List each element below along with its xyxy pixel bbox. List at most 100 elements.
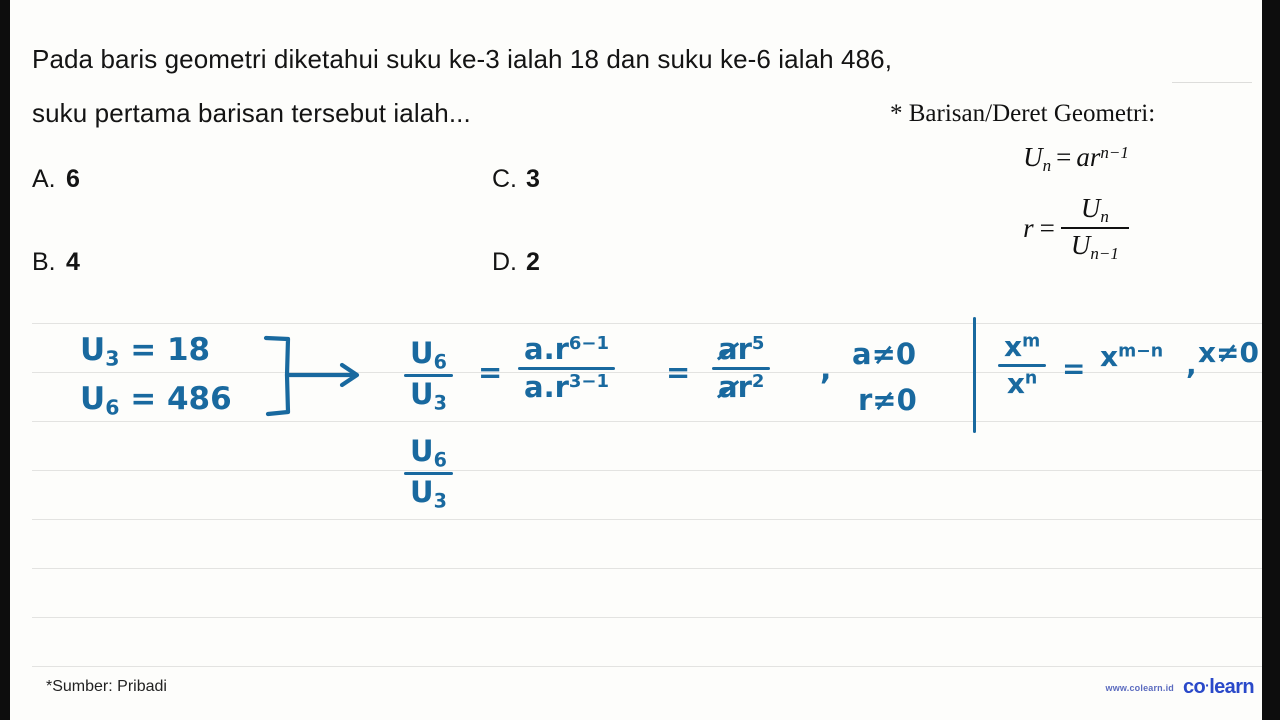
ratio-lhs-denominator: U3 — [404, 377, 453, 413]
simplified-numerator: ar5 — [712, 332, 770, 367]
ratio-lhs-den-U: U — [410, 376, 434, 411]
brace-arrow-icon — [263, 335, 360, 417]
power-rule-numerator: xm — [998, 330, 1046, 364]
formula-reference-block: * Barisan/Deret Geometri: Un = arn−1 r = U… — [890, 100, 1262, 263]
formula-un-subscript: n — [1042, 156, 1052, 175]
ratio-repeat-den-sub: 3 — [433, 489, 447, 513]
rule-line — [32, 323, 1262, 324]
ratio-repeat-num-U: U — [410, 434, 434, 468]
handwriting-condition-a: a≠0 — [852, 337, 917, 371]
given-u6-U: U — [80, 381, 106, 417]
given-u6-subscript: 6 — [105, 395, 120, 420]
power-rule-denominator: xn — [1001, 367, 1043, 399]
option-a[interactable]: A. 6 — [32, 165, 80, 194]
formula-un-exponent: n−1 — [1100, 143, 1129, 162]
given-u3-equation: = 18 — [130, 332, 211, 368]
formula-ratio-fraction: Un Un−1 — [1060, 193, 1129, 263]
handwriting-equals-2: = — [666, 355, 691, 389]
brand-logo: www.colearn.id co·learn — [1106, 676, 1255, 699]
rule-line — [32, 568, 1262, 569]
handwriting-power-rule-comma: , — [1186, 348, 1197, 381]
option-d-label: D. — [492, 248, 517, 276]
handwriting-given-u3: U3 = 18 — [80, 332, 210, 371]
expansion-fraction: a.r6−1 a.r3−1 — [518, 332, 615, 403]
formula-un-equals: = — [1056, 142, 1072, 172]
ratio-lhs-fraction: U6 U3 — [404, 336, 453, 413]
simplified-denominator: ar2 — [712, 370, 770, 403]
given-u3-subscript: 3 — [105, 346, 120, 371]
power-rule-den-x: x — [1006, 366, 1025, 400]
power-rule-fraction: xm xn — [998, 330, 1047, 399]
formula-ratio-denominator: Un−1 — [1061, 229, 1129, 263]
right-letterbox-edge — [1262, 0, 1280, 720]
ratio-repeat-numerator: U6 — [404, 434, 453, 472]
rule-line — [32, 421, 1262, 422]
option-b-value: 4 — [66, 248, 80, 276]
given-u6-equation: = 486 — [130, 381, 232, 417]
handwriting-vertical-separator — [973, 317, 977, 433]
expansion-num-exponent: 6−1 — [568, 333, 609, 355]
left-letterbox-edge — [0, 0, 10, 720]
simplified-fraction: ar5 ar2 — [712, 332, 771, 403]
power-rule-result-x: x — [1100, 340, 1119, 373]
formula-un-r: r — [1089, 142, 1101, 172]
expansion-numerator: a.r6−1 — [518, 332, 615, 367]
handwriting-equals-1: = — [478, 355, 503, 389]
simplified-num-a-cancelled: a — [718, 332, 738, 366]
expansion-num-dot: . — [543, 332, 555, 366]
simplified-num-r: r — [737, 332, 752, 366]
formula-un: Un = arn−1 — [890, 142, 1262, 176]
handwriting-power-rule-equals: = — [1062, 352, 1086, 385]
simplified-den-exponent: 2 — [751, 370, 765, 392]
brand-url: www.colearn.id — [1105, 682, 1174, 693]
question-line-2: suku pertama barisan tersebut ialah... — [32, 98, 471, 128]
formula-ratio: r = Un Un−1 — [890, 193, 1262, 263]
simplified-den-r: r — [737, 369, 752, 404]
ratio-lhs-den-sub: 3 — [433, 391, 447, 415]
simplified-num-exponent: 5 — [751, 333, 765, 355]
handwriting-ratio-lhs: U6 U3 — [404, 336, 453, 413]
question-line-1: Pada baris geometri diketahui suku ke-3 … — [32, 44, 893, 74]
option-c[interactable]: C. 3 — [492, 165, 540, 194]
given-u3-U: U — [80, 332, 106, 368]
handwriting-condition-r: r≠0 — [858, 383, 917, 417]
option-c-label: C. — [492, 165, 517, 193]
formula-ratio-den-U: U — [1070, 229, 1091, 260]
formula-ratio-den-sub: n−1 — [1090, 243, 1119, 263]
formula-ratio-num-U: U — [1080, 193, 1101, 223]
expansion-den-a: a — [524, 369, 544, 404]
option-a-value: 6 — [66, 165, 80, 193]
ratio-repeat-den-U: U — [410, 474, 434, 509]
handwriting-power-rule-fraction: xm xn — [998, 330, 1047, 399]
option-d[interactable]: D. 2 — [492, 248, 540, 277]
worksheet-page: Pada baris geometri diketahui suku ke-3 … — [0, 0, 1280, 720]
power-rule-result-exponent: m−n — [1118, 341, 1164, 362]
expansion-den-r: r — [554, 369, 569, 404]
handwriting-comma: , — [820, 352, 832, 387]
formula-title: * Barisan/Deret Geometri: — [890, 100, 1156, 127]
rule-line — [32, 666, 1262, 667]
ratio-repeat-fraction: U6 U3 — [404, 434, 453, 513]
brand-wordmark: co·learn — [1182, 676, 1255, 699]
simplified-den-a-cancelled: a — [718, 369, 738, 404]
formula-ratio-numerator: Un — [1071, 193, 1119, 227]
handwriting-simplified: ar5 ar2 — [712, 332, 771, 403]
rule-line — [32, 470, 1262, 471]
power-rule-num-x: x — [1004, 330, 1023, 363]
ratio-lhs-num-U: U — [410, 336, 434, 370]
option-a-label: A. — [32, 165, 56, 193]
option-d-value: 2 — [526, 248, 540, 276]
expansion-denominator: a.r3−1 — [518, 370, 615, 403]
ratio-lhs-num-sub: 6 — [433, 350, 447, 374]
brand-name-part1: co — [1182, 676, 1206, 698]
rule-line — [32, 617, 1262, 618]
option-b[interactable]: B. 4 — [32, 248, 80, 277]
power-rule-num-exponent: m — [1022, 331, 1041, 352]
rule-line-partial — [1172, 82, 1252, 83]
power-rule-den-exponent: n — [1024, 368, 1038, 388]
handwriting-ratio-repeat: U6 U3 — [404, 434, 453, 511]
formula-un-a: a — [1076, 142, 1090, 172]
handwriting-given-u6: U6 = 486 — [80, 381, 232, 420]
formula-un-U: U — [1023, 142, 1043, 172]
expansion-den-exponent: 3−1 — [568, 370, 609, 392]
